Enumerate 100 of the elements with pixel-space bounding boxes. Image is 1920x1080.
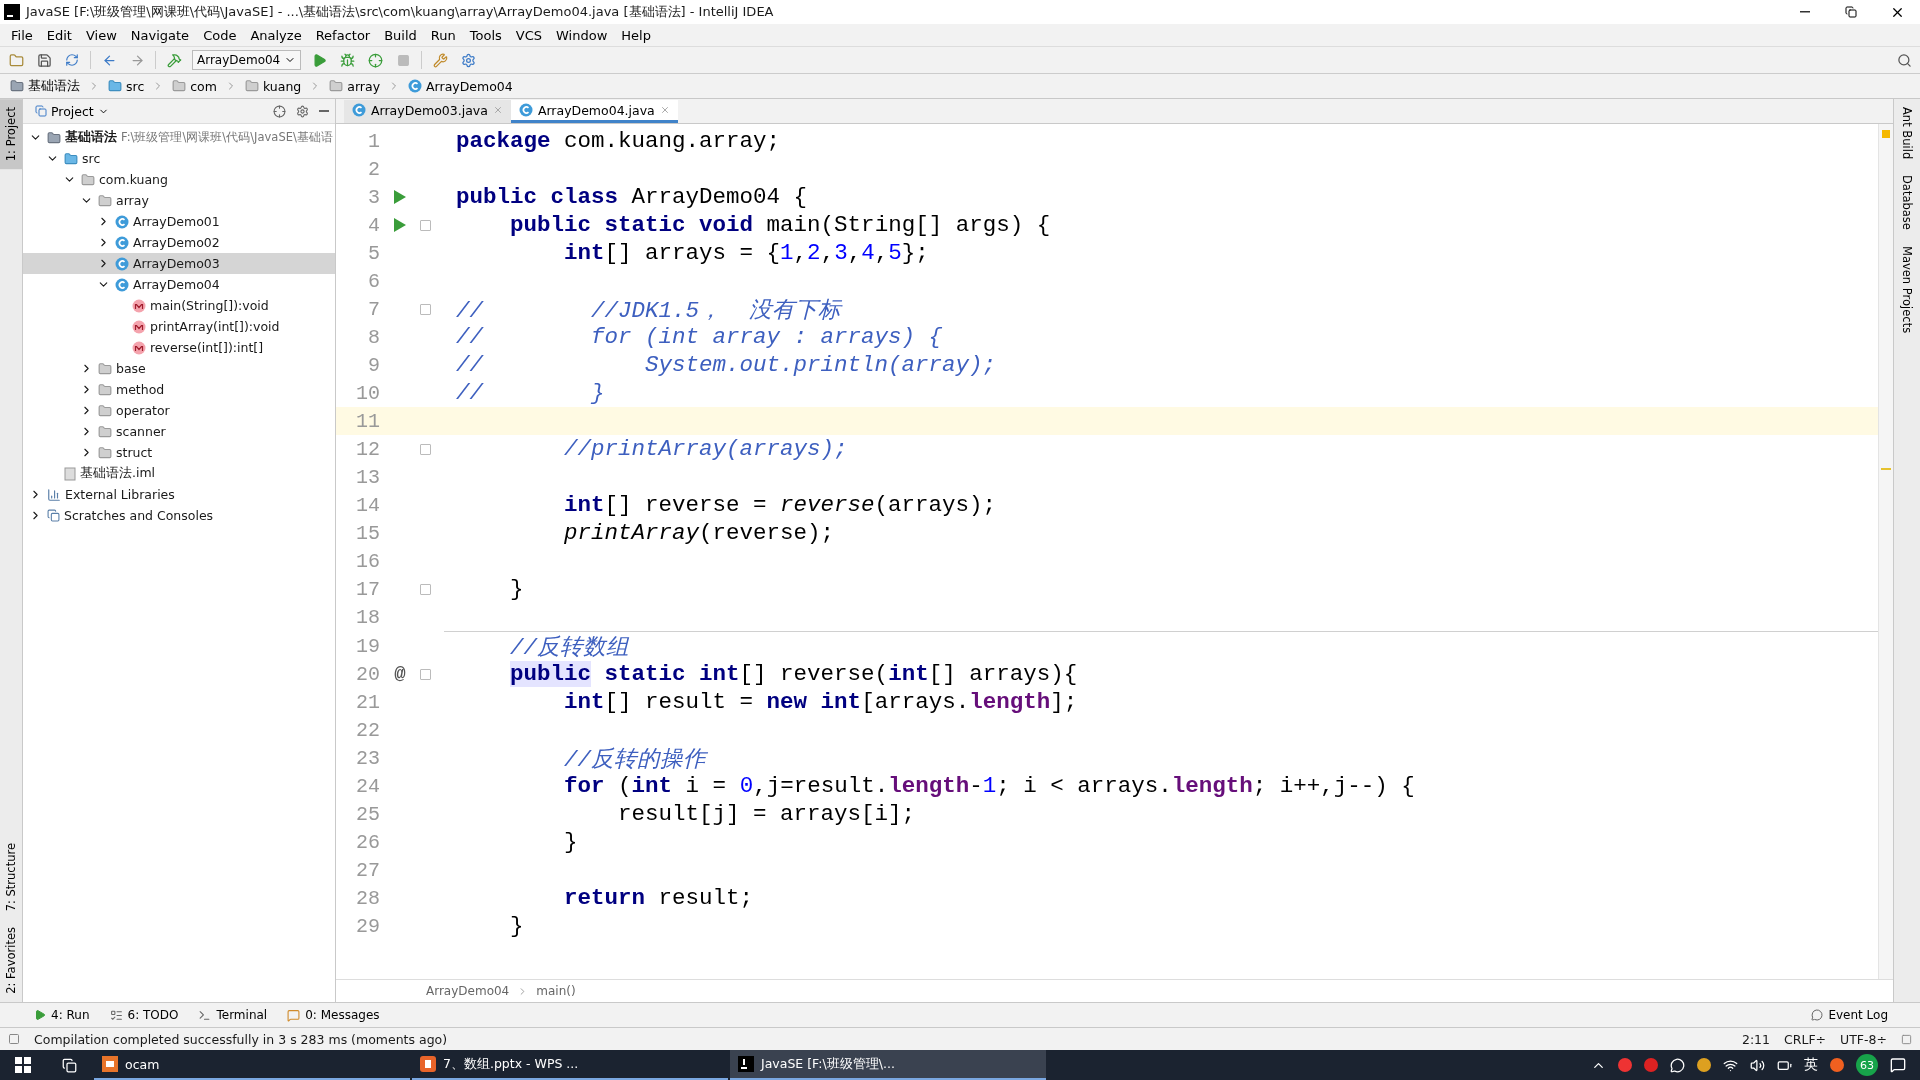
slides-icon [420, 1056, 436, 1072]
tree-item[interactable]: 基础语法.iml [23, 463, 335, 484]
tree-item[interactable]: ArrayDemo01 [23, 211, 335, 232]
line-number: 22 [355, 718, 380, 742]
menu-item[interactable]: Edit [39, 24, 79, 46]
menu-item[interactable]: Build [377, 24, 424, 46]
folder-icon [98, 193, 112, 208]
input-language[interactable]: 英 [1804, 1056, 1818, 1074]
tool-window-tab[interactable]: Ant Build [1894, 99, 1920, 168]
menu-item[interactable]: Tools [462, 24, 509, 46]
tree-item[interactable]: reverse(int[]):int[] [23, 337, 335, 358]
volume-icon [1750, 1057, 1765, 1073]
taskbar-app[interactable]: 7、数组.pptx - WPS ... [412, 1050, 728, 1080]
tool-window-tab[interactable]: 7: Structure [0, 834, 22, 920]
menu-item[interactable]: View [78, 24, 124, 46]
project-view-dropdown[interactable]: Project [29, 102, 115, 120]
menu-item[interactable]: Window [549, 24, 615, 46]
editor-breadcrumb[interactable]: main() [536, 984, 576, 998]
tool-window-tab[interactable]: 2: Favorites [0, 919, 22, 1002]
taskbar-app[interactable]: ocam [94, 1050, 410, 1080]
tree-item[interactable]: src [23, 148, 335, 169]
tree-item[interactable]: ArrayDemo03 [23, 253, 335, 274]
navigation-crumb[interactable]: src [104, 75, 149, 97]
tree-item[interactable]: External Libraries [23, 484, 335, 505]
run-icon[interactable] [393, 217, 407, 233]
tree-item[interactable]: scanner [23, 421, 335, 442]
tree-item[interactable]: struct [23, 442, 335, 463]
navigation-crumb[interactable]: array [325, 75, 385, 97]
tool-window-button[interactable]: 4: Run [26, 1004, 98, 1026]
menu-item[interactable]: VCS [508, 24, 550, 46]
tree-item[interactable]: 基础语法 F:\班级管理\网课班\代码\JavaSE\基础语 [23, 127, 335, 148]
settings-icon [296, 104, 309, 118]
menu-item[interactable]: Code [196, 24, 244, 46]
window-title: JavaSE [F:\班级管理\网课班\代码\JavaSE] - ...\基础语法\src\com\kuang\array\ArrayDemo04.java [基础语法] - IntelliJ IDEA [26, 3, 774, 21]
line-number: 18 [355, 605, 380, 629]
line-number: 4 [367, 213, 380, 237]
ide-icon [738, 1056, 754, 1072]
line-number: 9 [367, 353, 380, 377]
code-line: } [563, 829, 578, 855]
folder-icon [98, 382, 112, 397]
code-line: public static int[] reverse(int[] arrays){ [509, 661, 1078, 687]
line-separator[interactable]: CRLF÷ [1784, 1031, 1827, 1047]
editor-tab[interactable]: ArrayDemo04.java [510, 100, 678, 123]
code-line: public class ArrayDemo04 { [456, 184, 808, 210]
source-folder-icon [108, 79, 122, 93]
navigation-crumb[interactable]: kuang [240, 75, 306, 97]
app-tray-icon [1644, 1058, 1658, 1072]
navigation-crumb[interactable]: 基础语法 [6, 75, 84, 97]
run-configuration-dropdown[interactable]: ArrayDemo04 [192, 50, 302, 70]
editor-breadcrumb[interactable]: ArrayDemo04 [426, 984, 510, 998]
tree-item[interactable]: main(String[]):void [23, 295, 335, 316]
list-icon [109, 1008, 123, 1022]
line-number: 26 [355, 830, 380, 854]
line-number: 19 [355, 634, 380, 658]
annotation-marker[interactable]: @ [394, 663, 406, 685]
tree-item[interactable]: operator [23, 400, 335, 421]
tool-window-button[interactable]: 0: Messages [279, 1004, 388, 1026]
tool-window-tab[interactable]: 1: Project [0, 99, 22, 170]
folder-icon [172, 79, 187, 93]
menu-item[interactable]: File [4, 24, 40, 46]
caret-position[interactable]: 2:11 [1741, 1031, 1771, 1047]
app-tray-icon [1697, 1058, 1711, 1072]
code-line: int[] result = new int[arrays.length]; [563, 689, 1078, 715]
folder-icon [98, 445, 112, 460]
file-encoding[interactable]: UTF-8÷ [1840, 1031, 1887, 1047]
navigation-crumb[interactable]: com [168, 75, 221, 97]
tree-item[interactable]: Scratches and Consoles [23, 505, 335, 526]
menu-item[interactable]: Analyze [243, 24, 309, 46]
menu-item[interactable]: Help [614, 24, 658, 46]
tool-window-button[interactable]: 6: TODO [101, 1004, 187, 1026]
menu-item[interactable]: Refactor [308, 24, 378, 46]
code-line: printArray(reverse); [563, 520, 835, 546]
line-number: 5 [367, 241, 380, 265]
navigation-crumb[interactable]: ArrayDemo04 [404, 75, 517, 97]
line-number: 12 [355, 437, 380, 461]
code-line: // for (int array : arrays) { [456, 324, 943, 350]
editor-tab[interactable]: ArrayDemo03.java [344, 100, 511, 123]
line-number: 8 [367, 325, 380, 349]
event-log-button[interactable]: Event Log [1803, 1004, 1896, 1026]
tree-item[interactable]: array [23, 190, 335, 211]
tree-item[interactable]: ArrayDemo02 [23, 232, 335, 253]
code-line: //printArray(arrays); [563, 436, 848, 462]
tree-item[interactable]: base [23, 358, 335, 379]
tool-window-button[interactable]: Terminal [190, 1004, 276, 1026]
tree-item[interactable]: com.kuang [23, 169, 335, 190]
menu-item[interactable]: Run [423, 24, 463, 46]
tool-window-tab[interactable]: Maven Projects [1894, 238, 1920, 342]
tree-item[interactable]: printArray(int[]):void [23, 316, 335, 337]
tree-item[interactable]: method [23, 379, 335, 400]
record-icon [1618, 1058, 1632, 1072]
run-icon[interactable] [393, 189, 407, 205]
network-icon [1723, 1057, 1738, 1073]
line-number: 23 [355, 746, 380, 770]
taskbar-app[interactable]: JavaSE [F:\班级管理\... [730, 1050, 1046, 1080]
scratches-icon [47, 509, 60, 522]
tool-window-tab[interactable]: Database [1894, 167, 1920, 239]
code-line: int[] arrays = {1,2,3,4,5}; [563, 240, 929, 266]
menu-item[interactable]: Navigate [123, 24, 197, 46]
scroll-marker [1881, 468, 1891, 470]
tree-item[interactable]: ArrayDemo04 [23, 274, 335, 295]
